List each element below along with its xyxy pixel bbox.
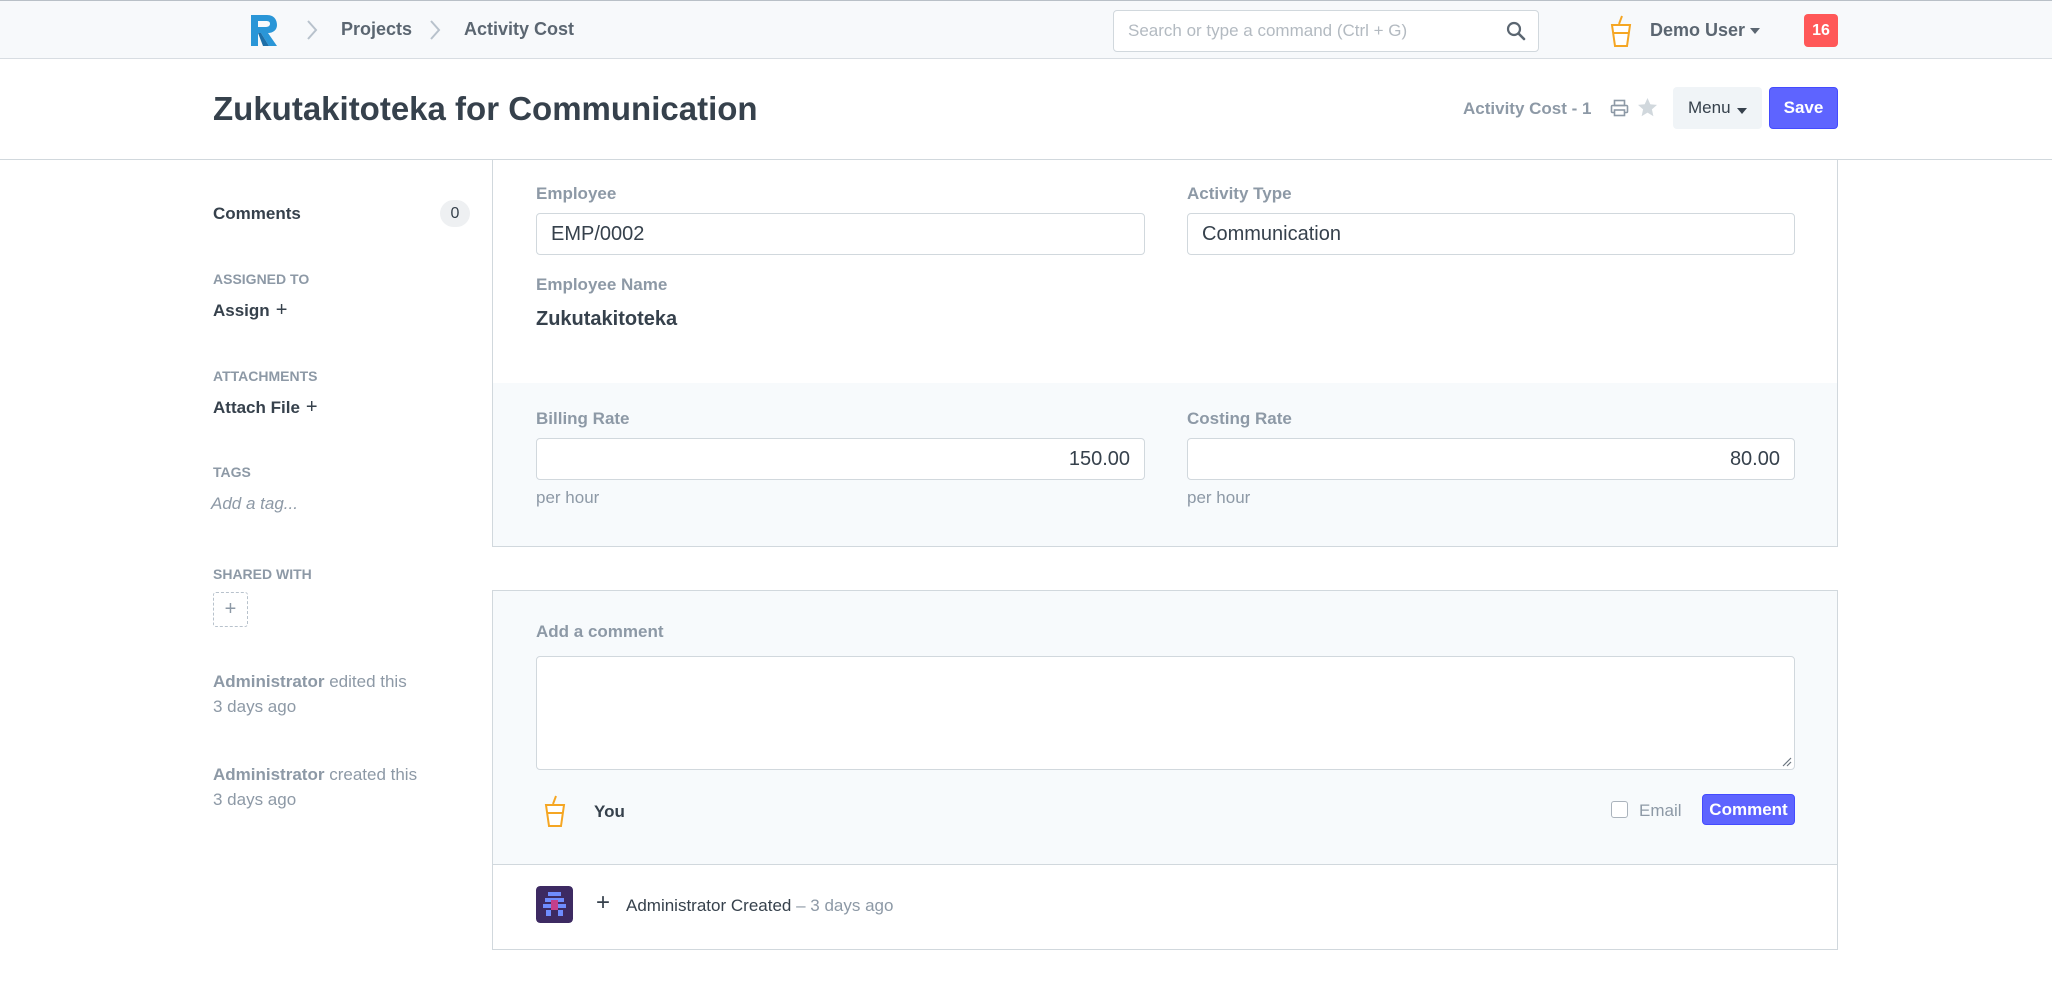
user-menu[interactable]: Demo User: [1650, 20, 1745, 41]
employee-field[interactable]: EMP/0002: [536, 213, 1145, 255]
caret-down-icon: [1737, 108, 1747, 114]
timeline-item: Administrator edited this 3 days ago: [213, 669, 453, 719]
user-avatar-icon: [544, 795, 566, 827]
page-head: Zukutakitoteka for Communication Activit…: [0, 59, 2052, 160]
notification-badge[interactable]: 16: [1804, 14, 1838, 47]
plus-icon: +: [275, 299, 288, 321]
share-add-button[interactable]: +: [213, 592, 248, 627]
comment-button[interactable]: Comment: [1702, 794, 1795, 825]
employee-label: Employee: [536, 184, 617, 203]
sidebar-comments[interactable]: Comments: [213, 204, 301, 224]
attachments-heading: ATTACHMENTS: [213, 368, 318, 384]
attach-file-label: Attach File: [213, 398, 300, 417]
you-label: You: [594, 802, 625, 821]
timeline-time: 3 days ago: [213, 697, 297, 716]
star-icon[interactable]: [1637, 97, 1658, 118]
activity-type-label: Activity Type: [1187, 184, 1292, 203]
search-box: [1113, 10, 1539, 52]
form-layout: Employee EMP/0002 Activity Type Communic…: [492, 160, 1838, 547]
tags-heading: TAGS: [213, 464, 251, 480]
billing-rate-label: Billing Rate: [536, 409, 630, 428]
erpnext-logo-icon[interactable]: [247, 11, 281, 49]
timeline-actor[interactable]: Administrator: [213, 765, 324, 784]
search-icon[interactable]: [1506, 21, 1526, 41]
assign-label: Assign: [213, 301, 270, 320]
attach-file-button[interactable]: Attach File +: [213, 396, 318, 419]
menu-button[interactable]: Menu: [1673, 87, 1762, 129]
assign-button[interactable]: Assign +: [213, 299, 287, 322]
chevron-right-icon: [430, 20, 441, 40]
page-title: Zukutakitoteka for Communication: [213, 90, 758, 127]
costing-rate-label: Costing Rate: [1187, 409, 1292, 428]
billing-rate-help: per hour: [536, 488, 600, 507]
email-label[interactable]: Email: [1639, 801, 1682, 821]
activity-time: – 3 days ago: [796, 896, 894, 915]
chevron-right-icon: [307, 20, 318, 40]
activity-actor[interactable]: Administrator: [626, 896, 726, 915]
plus-icon: +: [305, 396, 318, 418]
doc-name: Activity Cost - 1: [1463, 99, 1592, 118]
activity-action: Created: [730, 896, 792, 915]
save-button[interactable]: Save: [1769, 87, 1838, 129]
timeline-time: 3 days ago: [213, 790, 297, 809]
breadcrumb-activity-cost[interactable]: Activity Cost: [464, 19, 574, 40]
costing-rate-field[interactable]: 80.00: [1187, 438, 1795, 480]
costing-rate-help: per hour: [1187, 488, 1251, 507]
add-comment-label: Add a comment: [536, 622, 664, 641]
search-input[interactable]: [1114, 11, 1494, 51]
comment-section: Add a comment You Email Comment + Admini…: [492, 590, 1838, 950]
navbar: Projects Activity Cost Demo User 16: [0, 0, 2052, 59]
assigned-to-heading: ASSIGNED TO: [213, 271, 310, 287]
timeline-actor[interactable]: Administrator: [213, 672, 324, 691]
caret-down-icon[interactable]: [1750, 28, 1760, 34]
employee-name-label: Employee Name: [536, 275, 668, 294]
add-tag-input[interactable]: Add a tag...: [211, 494, 298, 514]
plus-icon: +: [596, 889, 611, 916]
breadcrumb-projects[interactable]: Projects: [341, 19, 412, 40]
timeline-item: Administrator created this 3 days ago: [213, 762, 453, 812]
email-checkbox[interactable]: [1611, 801, 1628, 818]
shared-with-heading: SHARED WITH: [213, 566, 312, 582]
comment-textarea[interactable]: [536, 656, 1795, 770]
print-icon[interactable]: [1610, 99, 1629, 117]
employee-name-value: Zukutakitoteka: [536, 308, 678, 330]
new-comment-area: Add a comment You Email Comment: [493, 591, 1837, 865]
billing-rate-field[interactable]: 150.00: [536, 438, 1145, 480]
resize-grip-icon[interactable]: [1782, 757, 1792, 767]
administrator-avatar-icon: [536, 886, 573, 923]
user-avatar-icon[interactable]: [1610, 14, 1632, 48]
activity-item: Administrator Created – 3 days ago: [626, 896, 893, 916]
comment-count-badge: 0: [440, 200, 470, 227]
timeline-action: created this: [329, 765, 418, 784]
activity-type-field[interactable]: Communication: [1187, 213, 1795, 255]
rates-section: Billing Rate 150.00 per hour Costing Rat…: [493, 383, 1837, 546]
timeline-action: edited this: [329, 672, 407, 691]
